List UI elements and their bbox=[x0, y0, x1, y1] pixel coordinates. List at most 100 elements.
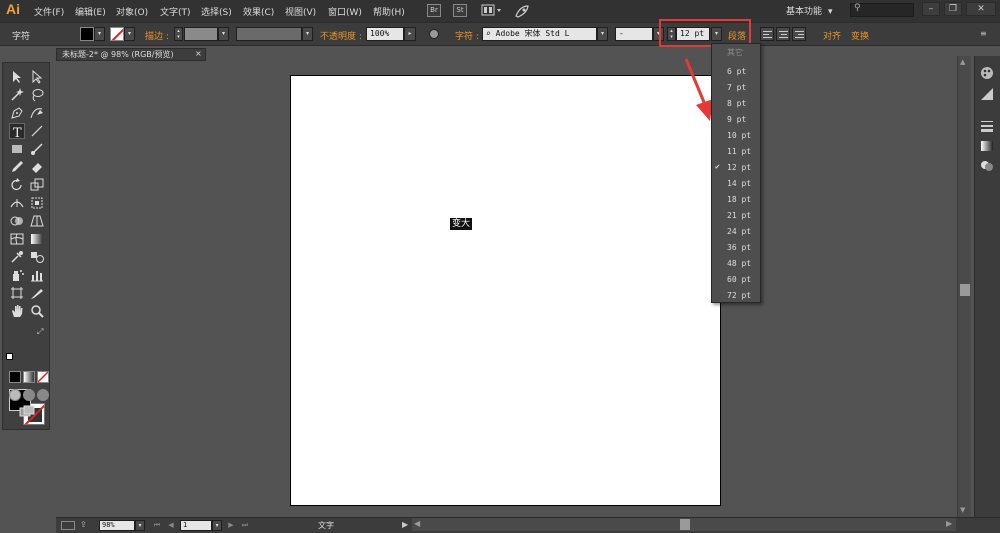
none-mode-button[interactable] bbox=[37, 371, 49, 383]
search-input[interactable]: ⚲ bbox=[850, 3, 914, 17]
draw-behind-button[interactable] bbox=[23, 389, 35, 401]
pen-tool[interactable] bbox=[9, 105, 25, 121]
scroll-right-icon[interactable]: ▶ bbox=[946, 519, 952, 528]
font-family-dropdown[interactable]: ▾ bbox=[597, 27, 608, 41]
symbol-sprayer-tool[interactable] bbox=[9, 267, 25, 283]
restore-button[interactable]: ❐ bbox=[944, 2, 962, 16]
stroke-weight-dropdown[interactable]: ▾ bbox=[218, 27, 229, 41]
eyedropper-tool[interactable] bbox=[9, 249, 25, 265]
font-style-field[interactable]: - bbox=[615, 27, 653, 41]
bridge-button[interactable]: Br bbox=[427, 4, 441, 17]
menu-item[interactable]: 60 pt bbox=[712, 272, 760, 288]
menu-object[interactable]: 对象(O) bbox=[116, 5, 148, 18]
paintbrush-tool[interactable] bbox=[29, 141, 45, 157]
gradient-tool[interactable] bbox=[29, 231, 45, 247]
fill-dropdown[interactable]: ▾ bbox=[94, 27, 105, 41]
column-graph-tool[interactable] bbox=[29, 267, 45, 283]
align-left-button[interactable] bbox=[760, 27, 774, 41]
profile-dropdown[interactable]: ▾ bbox=[302, 27, 313, 41]
artboard[interactable] bbox=[290, 75, 721, 506]
share-icon[interactable]: ⇪ bbox=[80, 520, 87, 529]
eraser-tool[interactable] bbox=[29, 159, 45, 175]
menu-item[interactable]: 9 pt bbox=[712, 112, 760, 128]
magic-wand-tool[interactable] bbox=[9, 87, 25, 103]
character-label[interactable]: 字符 : bbox=[455, 29, 479, 42]
direct-selection-tool[interactable] bbox=[29, 69, 45, 85]
menu-item[interactable]: 11 pt bbox=[712, 144, 760, 160]
default-colors-icon[interactable] bbox=[6, 353, 13, 360]
close-button[interactable]: ✕ bbox=[966, 2, 996, 16]
menu-edit[interactable]: 编辑(E) bbox=[75, 5, 106, 18]
document-tab[interactable]: 未标题-2* @ 98% (RGB/预览) × bbox=[56, 48, 206, 61]
menu-item-selected[interactable]: ✔ 12 pt bbox=[712, 160, 760, 176]
menu-window[interactable]: 窗口(W) bbox=[328, 5, 362, 18]
arrange-documents-button[interactable] bbox=[481, 4, 503, 17]
line-segment-tool[interactable] bbox=[29, 123, 45, 139]
scroll-up-icon[interactable]: ▲ bbox=[960, 58, 965, 66]
rectangle-tool[interactable] bbox=[9, 141, 25, 157]
menu-item[interactable]: 72 pt bbox=[712, 288, 760, 304]
artboard-dropdown[interactable]: ▾ bbox=[212, 520, 222, 531]
lasso-tool[interactable] bbox=[29, 87, 45, 103]
zoom-dropdown[interactable]: ▾ bbox=[135, 520, 145, 531]
horizontal-scroll-thumb[interactable] bbox=[680, 519, 690, 530]
stroke-panel-button[interactable] bbox=[980, 119, 994, 133]
menu-type[interactable]: 文字(T) bbox=[160, 5, 191, 18]
color-panel-button[interactable] bbox=[980, 66, 994, 80]
menu-item[interactable]: 36 pt bbox=[712, 240, 760, 256]
vertical-scrollbar[interactable]: ▲ ▼ bbox=[957, 56, 971, 519]
free-transform-tool[interactable] bbox=[29, 195, 45, 211]
artboard-number-field[interactable]: 1 bbox=[180, 520, 212, 531]
font-family-field[interactable]: ⌕ Adobe 宋体 Std L bbox=[482, 27, 597, 41]
status-menu-arrow-icon[interactable]: ▶ bbox=[402, 520, 408, 529]
stroke-label[interactable]: 描边 : bbox=[145, 29, 169, 42]
menu-item-other[interactable]: 其它 bbox=[712, 44, 760, 60]
artboard-tool[interactable] bbox=[9, 285, 25, 301]
next-artboard-button[interactable]: ▶ bbox=[226, 520, 236, 531]
color-mode-button[interactable] bbox=[9, 371, 21, 383]
stroke-dropdown[interactable]: ▾ bbox=[124, 27, 135, 41]
horizontal-scrollbar[interactable]: ◀ ▶ bbox=[412, 518, 956, 531]
hand-tool[interactable] bbox=[9, 303, 25, 319]
rotate-tool[interactable] bbox=[9, 177, 25, 193]
menu-item[interactable]: 10 pt bbox=[712, 128, 760, 144]
blend-tool[interactable] bbox=[29, 249, 45, 265]
width-tool[interactable] bbox=[9, 195, 25, 211]
color-guide-panel-button[interactable] bbox=[980, 87, 994, 101]
menu-item[interactable]: 18 pt bbox=[712, 192, 760, 208]
minimize-button[interactable]: – bbox=[922, 2, 940, 16]
menu-item[interactable]: 6 pt bbox=[712, 64, 760, 80]
opacity-field[interactable]: 100% bbox=[366, 27, 404, 41]
menu-view[interactable]: 视图(V) bbox=[285, 5, 316, 18]
draw-inside-button[interactable] bbox=[37, 389, 49, 401]
curvature-tool[interactable] bbox=[29, 105, 45, 121]
align-panel-link[interactable]: 对齐 bbox=[823, 29, 841, 42]
align-center-button[interactable] bbox=[776, 27, 790, 41]
recolor-icon[interactable] bbox=[429, 29, 439, 39]
first-artboard-button[interactable]: ⏮ bbox=[152, 520, 162, 531]
transform-panel-link[interactable]: 变换 bbox=[851, 29, 869, 42]
gradient-mode-button[interactable] bbox=[23, 371, 35, 383]
panel-menu-icon[interactable]: ≡ bbox=[980, 29, 992, 39]
last-artboard-button[interactable]: ⏭ bbox=[240, 520, 250, 531]
menu-item[interactable]: 7 pt bbox=[712, 80, 760, 96]
gpu-performance-button[interactable] bbox=[514, 4, 530, 18]
menu-help[interactable]: 帮助(H) bbox=[373, 5, 405, 18]
selection-tool[interactable] bbox=[9, 69, 25, 85]
stroke-color-swatch[interactable] bbox=[110, 27, 124, 41]
variable-width-profile[interactable] bbox=[236, 27, 302, 41]
menu-file[interactable]: 文件(F) bbox=[34, 5, 64, 18]
menu-item[interactable]: 48 pt bbox=[712, 256, 760, 272]
gradient-panel-button[interactable] bbox=[980, 139, 994, 153]
transparency-panel-button[interactable] bbox=[980, 159, 994, 173]
artboard-nav-icon[interactable] bbox=[61, 521, 75, 530]
zoom-tool[interactable] bbox=[29, 303, 45, 319]
stroke-weight-stepper[interactable]: ▴ ▾ bbox=[174, 27, 183, 41]
opacity-dropdown[interactable]: ▸ bbox=[404, 27, 416, 41]
menu-item[interactable]: 14 pt bbox=[712, 176, 760, 192]
opacity-label[interactable]: 不透明度 : bbox=[320, 29, 362, 42]
swap-colors-icon[interactable]: ⤢ bbox=[37, 327, 43, 337]
fill-color-swatch[interactable] bbox=[80, 27, 94, 41]
zoom-field[interactable]: 98% bbox=[99, 520, 135, 531]
draw-normal-button[interactable] bbox=[9, 389, 21, 401]
